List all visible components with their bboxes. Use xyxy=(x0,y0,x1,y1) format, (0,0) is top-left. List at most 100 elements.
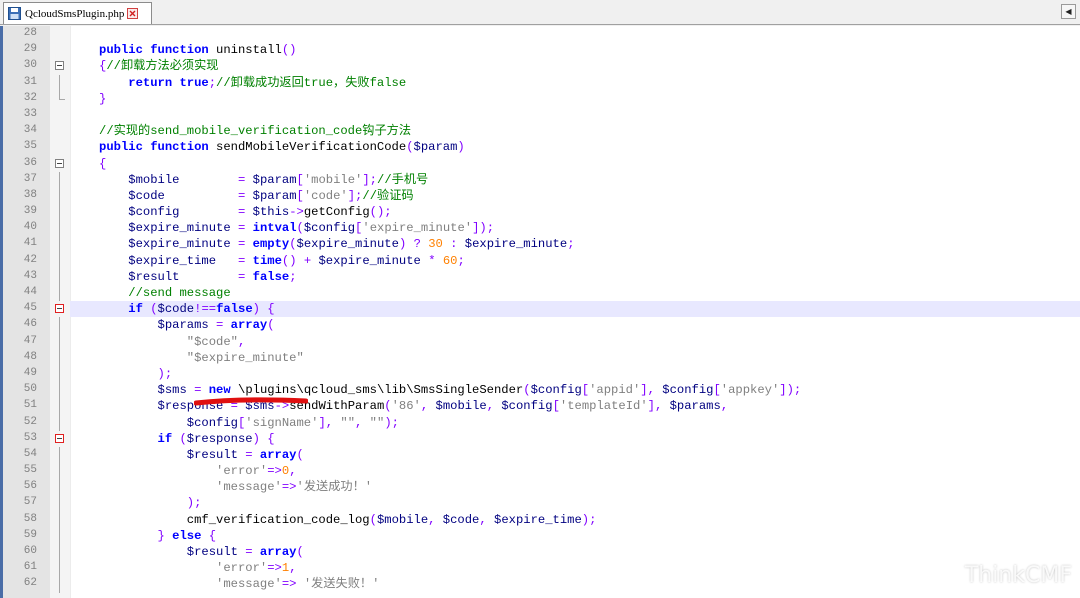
code-text: $result = false; xyxy=(70,269,1080,285)
line-number: 33 xyxy=(23,107,37,120)
code-line[interactable]: 49 ); xyxy=(3,365,1080,383)
code-line[interactable]: 51 $response = $sms->sendWithParam('86',… xyxy=(3,398,1080,415)
code-token: cmf_verification_code_log xyxy=(186,512,370,527)
code-line[interactable]: 30 {//卸载方法必须实现 xyxy=(3,58,1080,74)
code-line[interactable]: 41 $expire_minute = empty($expire_minute… xyxy=(3,236,1080,253)
code-token: = xyxy=(237,205,253,220)
code-text: } else { xyxy=(70,528,1080,544)
code-line[interactable]: 29 public function uninstall() xyxy=(3,42,1080,58)
code-token: 'appkey' xyxy=(720,383,780,398)
line-number: 41 xyxy=(23,237,37,250)
close-tab-icon[interactable] xyxy=(127,8,139,19)
fold-toggle-icon[interactable] xyxy=(55,433,64,443)
code-text: 'error'=>1, xyxy=(70,560,1080,576)
code-line[interactable]: 46 $params = array( xyxy=(3,317,1080,334)
code-token: //实现的send_mobile_verification_code钩子方法 xyxy=(99,124,412,139)
code-token: ]); xyxy=(472,221,495,236)
code-token: ( xyxy=(369,512,377,527)
code-line[interactable]: 43 $result = false; xyxy=(3,268,1080,285)
code-editor[interactable]: 28 29 public function uninstall() 30 {//卸载方法… xyxy=(0,26,1080,598)
line-number: 40 xyxy=(23,221,37,234)
code-token: public function xyxy=(99,140,217,155)
code-line[interactable]: 61 'error'=>1, xyxy=(3,560,1080,577)
code-token: ( xyxy=(296,221,304,236)
code-token: , xyxy=(355,415,370,430)
tab-scroll-left-button[interactable]: ◀ xyxy=(1061,4,1076,19)
fold-line xyxy=(59,74,60,91)
code-line[interactable]: 45 if ($code!==false) { xyxy=(3,301,1080,318)
code-token: 'error' xyxy=(216,464,268,479)
code-text: return true;//卸载成功返回true，失败false xyxy=(70,75,1080,91)
code-line[interactable]: 62 'message'=> '发送失败！' xyxy=(3,576,1080,593)
code-token: = xyxy=(237,172,253,187)
code-line[interactable]: 28 xyxy=(3,26,1080,42)
code-line[interactable]: 56 'message'=>'发送成功！' xyxy=(3,479,1080,496)
line-number: 44 xyxy=(23,286,37,298)
code-token: $config xyxy=(128,205,238,220)
file-tab[interactable]: QcloudSmsPlugin.php xyxy=(3,2,152,24)
fold-toggle-icon[interactable] xyxy=(55,61,64,71)
code-token: return true xyxy=(128,75,209,90)
code-line[interactable]: 33 xyxy=(3,107,1080,123)
code-token: = xyxy=(245,447,260,462)
code-token: $config xyxy=(501,399,553,414)
code-line[interactable]: 55 'error'=>0, xyxy=(3,463,1080,480)
code-token: time xyxy=(252,253,282,268)
code-line[interactable]: 54 $result = array( xyxy=(3,446,1080,464)
code-token: $params xyxy=(157,318,217,333)
fold-line xyxy=(59,527,60,544)
code-text: public function uninstall() xyxy=(70,42,1080,58)
code-line[interactable]: 60 $result = array( xyxy=(3,544,1080,561)
code-token: = xyxy=(216,318,231,333)
code-line[interactable]: 31 return true;//卸载成功返回true，失败false xyxy=(3,74,1080,91)
code-token: => xyxy=(267,464,282,479)
code-line[interactable]: 36 { xyxy=(3,156,1080,172)
code-line[interactable]: 37 $mobile = $param['mobile'];//手机号 xyxy=(3,171,1080,188)
code-line[interactable]: 44 //send message xyxy=(3,285,1080,302)
code-line[interactable]: 40 $expire_minute = intval($config['expi… xyxy=(3,220,1080,237)
code-token: [ xyxy=(552,399,560,414)
watermark: ThinkCMF xyxy=(964,563,1072,588)
line-number: 49 xyxy=(23,366,37,379)
fold-toggle-icon[interactable] xyxy=(55,304,64,314)
tab-bar: QcloudSmsPlugin.php ◀ xyxy=(0,0,1080,25)
code-line[interactable]: 47 "$code", xyxy=(3,333,1080,350)
code-line[interactable]: 35 public function sendMobileVerification… xyxy=(3,139,1080,155)
code-token: intval xyxy=(252,221,297,236)
code-token: $expire_minute xyxy=(128,221,238,236)
code-token: 'error' xyxy=(216,561,268,576)
code-token: { xyxy=(99,156,107,171)
code-token: ; xyxy=(289,269,297,284)
code-token: ) ? xyxy=(398,237,429,252)
code-line[interactable]: 34 //实现的send_mobile_verification_code钩子方法 xyxy=(3,123,1080,139)
fold-line xyxy=(59,333,60,350)
code-line[interactable]: 48 "$expire_minute" xyxy=(3,349,1080,366)
code-token: $config xyxy=(303,221,356,236)
code-line[interactable]: 42 $expire_time = time() + $expire_minut… xyxy=(3,252,1080,269)
code-line[interactable]: 53 if ($response) { xyxy=(3,431,1080,447)
code-text: $result = array( xyxy=(70,544,1080,560)
fold-toggle-icon[interactable] xyxy=(55,158,64,168)
code-token: 30 xyxy=(428,237,443,252)
code-line[interactable]: 50 $sms = new \plugins\qcloud_sms\lib\Sm… xyxy=(3,382,1080,399)
code-token: $this xyxy=(252,205,290,220)
code-line[interactable]: 58 cmf_verification_code_log($mobile, $c… xyxy=(3,511,1080,528)
code-line[interactable]: 57 ); xyxy=(3,495,1080,512)
code-line[interactable]: 52 $config['signName'], "", ""); xyxy=(3,414,1080,431)
code-line[interactable]: 32} xyxy=(3,90,1080,107)
code-token: , xyxy=(289,464,297,479)
code-line[interactable]: 39 $config = $this->getConfig(); xyxy=(3,204,1080,221)
code-line[interactable]: 59 } else { xyxy=(3,527,1080,544)
code-token: !== xyxy=(194,302,217,317)
code-text: $expire_minute = intval($config['expire_… xyxy=(70,220,1080,236)
code-token: = xyxy=(245,545,260,559)
code-text: $expire_minute = empty($expire_minute) ?… xyxy=(70,236,1080,252)
fold-line xyxy=(59,576,60,593)
code-line[interactable]: 38 $code = $param['code'];//验证码 xyxy=(3,187,1080,205)
code-token: $expire_minute xyxy=(128,237,238,252)
